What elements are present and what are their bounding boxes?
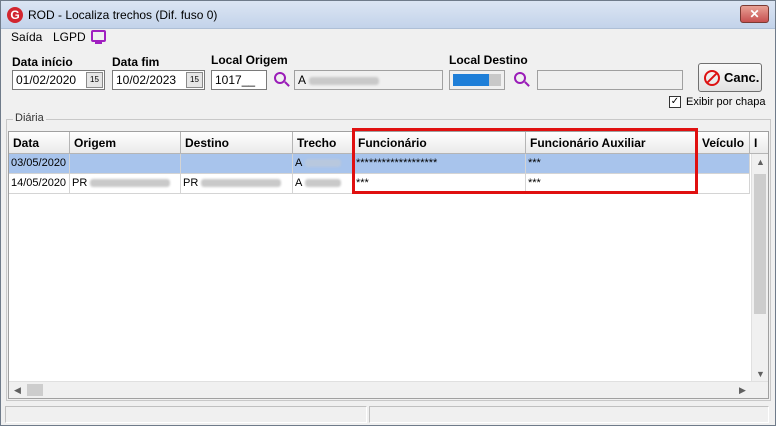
cell-veiculo (698, 154, 750, 174)
local-destino-fill-end (489, 74, 501, 86)
redacted-text (304, 159, 341, 168)
column-header-destino[interactable]: Destino (181, 132, 293, 154)
title-bar: G ROD - Localiza trechos (Dif. fuso 0) ✕ (1, 1, 775, 29)
column-header-truncated[interactable]: I (750, 132, 768, 154)
main-window: G ROD - Localiza trechos (Dif. fuso 0) ✕… (0, 0, 776, 426)
data-inicio-label: Data início (12, 55, 73, 69)
redacted-text (201, 179, 282, 188)
vertical-scroll-thumb[interactable] (754, 174, 766, 314)
cancel-button[interactable]: Canc. (698, 63, 762, 92)
cell-trecho-text: A (295, 157, 302, 169)
local-origem-search-icon[interactable] (274, 72, 286, 84)
redacted-text (90, 179, 171, 188)
cell-origem (70, 154, 181, 174)
cell-destino: PR (181, 174, 293, 194)
vertical-scrollbar[interactable]: ▲ ▼ (751, 154, 768, 382)
diaria-group-label: Diária (13, 112, 46, 124)
exibir-por-chapa-checkbox[interactable]: ✓ (669, 96, 681, 108)
exibir-por-chapa-label: Exibir por chapa (686, 96, 766, 108)
cell-origem-text: PR (72, 177, 88, 189)
highlight-box (352, 128, 698, 194)
data-inicio-calendar-icon[interactable]: 15 (86, 72, 103, 88)
local-destino-code-input[interactable] (449, 70, 505, 90)
status-bar (5, 406, 771, 424)
menu-lgpd[interactable]: LGPD (53, 29, 86, 45)
redacted-text (304, 179, 341, 188)
local-destino-selected-fill (453, 74, 489, 86)
horizontal-scrollbar[interactable]: ◀ ▶ (9, 381, 768, 398)
cell-veiculo (698, 174, 750, 194)
column-header-trecho[interactable]: Trecho (293, 132, 354, 154)
scroll-up-icon[interactable]: ▲ (752, 154, 768, 170)
local-origem-code-input[interactable]: 1017__ (211, 70, 267, 90)
cell-origem: PR (70, 174, 181, 194)
data-fim-calendar-icon[interactable]: 15 (186, 72, 203, 88)
cancel-label: Canc. (724, 70, 760, 85)
cell-data: 14/05/2020 (9, 174, 70, 194)
local-origem-label: Local Origem (211, 53, 288, 67)
local-destino-description (537, 70, 683, 90)
local-destino-search-icon[interactable] (514, 72, 526, 84)
cell-destino (181, 154, 293, 174)
cell-data: 03/05/2020 (9, 154, 70, 174)
window-title: ROD - Localiza trechos (Dif. fuso 0) (28, 8, 218, 22)
status-pane-left (5, 406, 367, 423)
status-pane-right (369, 406, 769, 423)
local-origem-description: A (294, 70, 443, 90)
scroll-down-icon[interactable]: ▼ (752, 366, 768, 382)
cell-destino-text: PR (183, 177, 199, 189)
monitor-icon[interactable] (91, 30, 106, 44)
local-destino-label: Local Destino (449, 53, 528, 67)
app-logo-icon: G (7, 7, 23, 23)
redacted-text (308, 76, 379, 85)
column-header-origem[interactable]: Origem (70, 132, 181, 154)
scroll-right-icon[interactable]: ▶ (734, 382, 751, 398)
cancel-icon (704, 70, 720, 86)
cell-trecho: A (293, 154, 354, 174)
data-fim-label: Data fim (112, 55, 160, 69)
horizontal-scroll-thumb[interactable] (27, 384, 43, 396)
scroll-left-icon[interactable]: ◀ (9, 382, 26, 398)
column-header-data[interactable]: Data (9, 132, 70, 154)
column-header-veiculo[interactable]: Veículo (698, 132, 750, 154)
menu-saida[interactable]: Saída (11, 29, 42, 45)
close-button[interactable]: ✕ (740, 5, 769, 23)
local-origem-desc-text: A (298, 73, 306, 87)
cell-trecho-text: A (295, 177, 302, 189)
cell-trecho: A (293, 174, 354, 194)
